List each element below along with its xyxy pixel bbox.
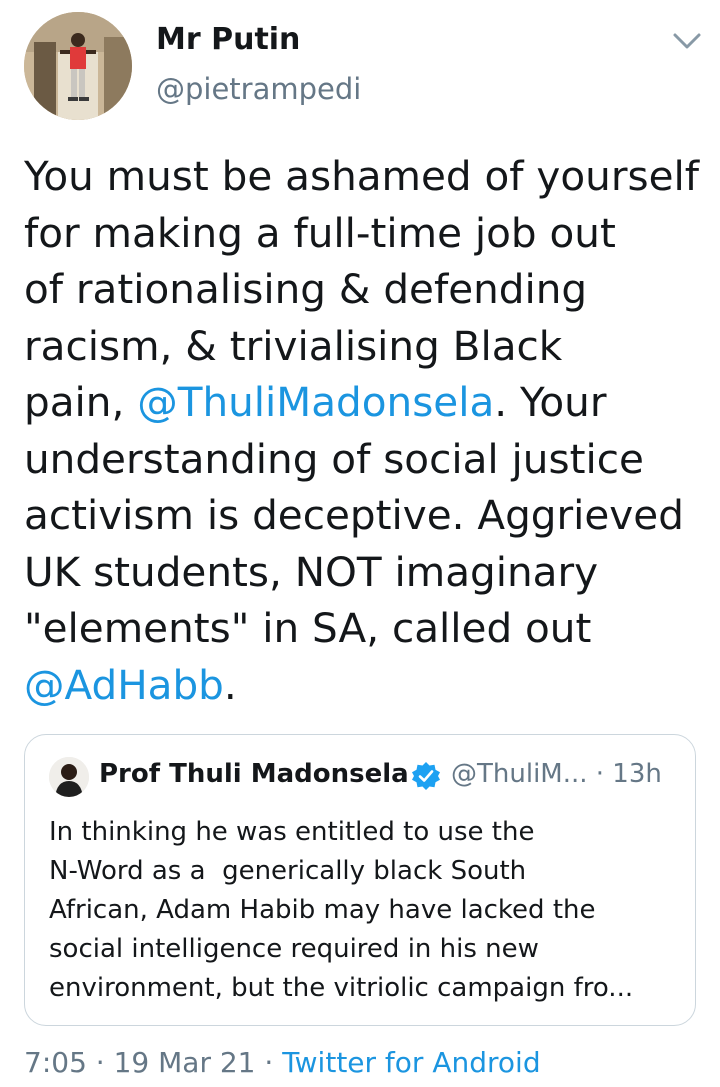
tweet-text-segment: understanding of social justice xyxy=(24,434,644,483)
tweet-text-segment: pain, xyxy=(24,378,138,426)
author-name[interactable]: Mr Putin xyxy=(156,22,300,57)
mention-link[interactable]: @ThuliMadonsela xyxy=(137,378,494,426)
tweet-footer: 7:05 · 19 Mar 21 · Twitter for Android xyxy=(24,1046,541,1079)
chevron-down-icon[interactable] xyxy=(670,28,704,54)
footer-separator: · xyxy=(255,1046,283,1079)
footer-separator: · xyxy=(86,1046,114,1079)
tweet-text-line: of rationalising & defending xyxy=(24,261,714,318)
tweet-date: 19 Mar 21 xyxy=(113,1046,256,1079)
mention-link[interactable]: @AdHabb xyxy=(24,661,224,709)
quoted-text-line: social intelligence required in his new xyxy=(49,934,539,964)
tweet-text: You must be ashamed of yourself for makin… xyxy=(24,148,714,713)
tweet-text-line: @AdHabb. xyxy=(24,657,714,714)
author-handle[interactable]: @pietrampedi xyxy=(156,72,361,106)
tweet-text-line: understanding of social justice xyxy=(24,431,714,488)
tweet-text-segment: UK students, NOT imaginary xyxy=(24,547,599,596)
author-avatar[interactable] xyxy=(24,12,132,120)
tweet-text-line: "elements" in SA, called out xyxy=(24,600,714,657)
tweet-source-link[interactable]: Twitter for Android xyxy=(282,1046,540,1079)
tweet-text-line: pain, @ThuliMadonsela. Your xyxy=(24,374,714,431)
tweet-text-segment: . Your xyxy=(494,378,607,426)
tweet-text-line: You must be ashamed of yourself xyxy=(24,148,714,205)
quoted-text-line: In thinking he was entitled to use the xyxy=(49,817,535,847)
tweet: Mr Putin @pietrampedi You must be ashame… xyxy=(0,0,720,1087)
tweet-text-line: racism, & trivialising Black xyxy=(24,318,714,375)
tweet-text-segment: You must be ashamed of yourself xyxy=(24,152,700,200)
tweet-text-segment: racism, & trivialising Black xyxy=(24,321,563,370)
tweet-text-line: activism is deceptive. Aggrieved xyxy=(24,487,714,544)
tweet-text-line: for making a full-time job out xyxy=(24,205,714,262)
quoted-tweet[interactable]: Prof Thuli Madonsela @ThuliM... · 13h In… xyxy=(24,734,696,1026)
quoted-text-line: N-Word as a generically black South xyxy=(49,856,527,886)
quoted-text: In thinking he was entitled to use the N-… xyxy=(49,813,689,1008)
tweet-text-segment: "elements" in SA, called out xyxy=(24,604,592,652)
tweet-text-segment: . xyxy=(223,660,237,709)
quoted-text-line: African, Adam Habib may have lacked the xyxy=(49,895,596,925)
tweet-text-segment: of rationalising & defending xyxy=(24,265,588,313)
verified-badge-icon xyxy=(411,761,441,791)
tweet-text-line: UK students, NOT imaginary xyxy=(24,544,714,601)
tweet-text-segment: activism is deceptive. Aggrieved xyxy=(24,491,684,539)
quoted-author-name[interactable]: Prof Thuli Madonsela xyxy=(99,759,409,789)
tweet-time: 7:05 xyxy=(24,1046,87,1079)
quoted-avatar[interactable] xyxy=(49,757,89,797)
tweet-text-segment: for making a full-time job out xyxy=(24,208,616,257)
quoted-meta: @ThuliM... · 13h xyxy=(451,759,662,789)
quoted-text-line: environment, but the vitriolic campaign … xyxy=(49,973,634,1003)
